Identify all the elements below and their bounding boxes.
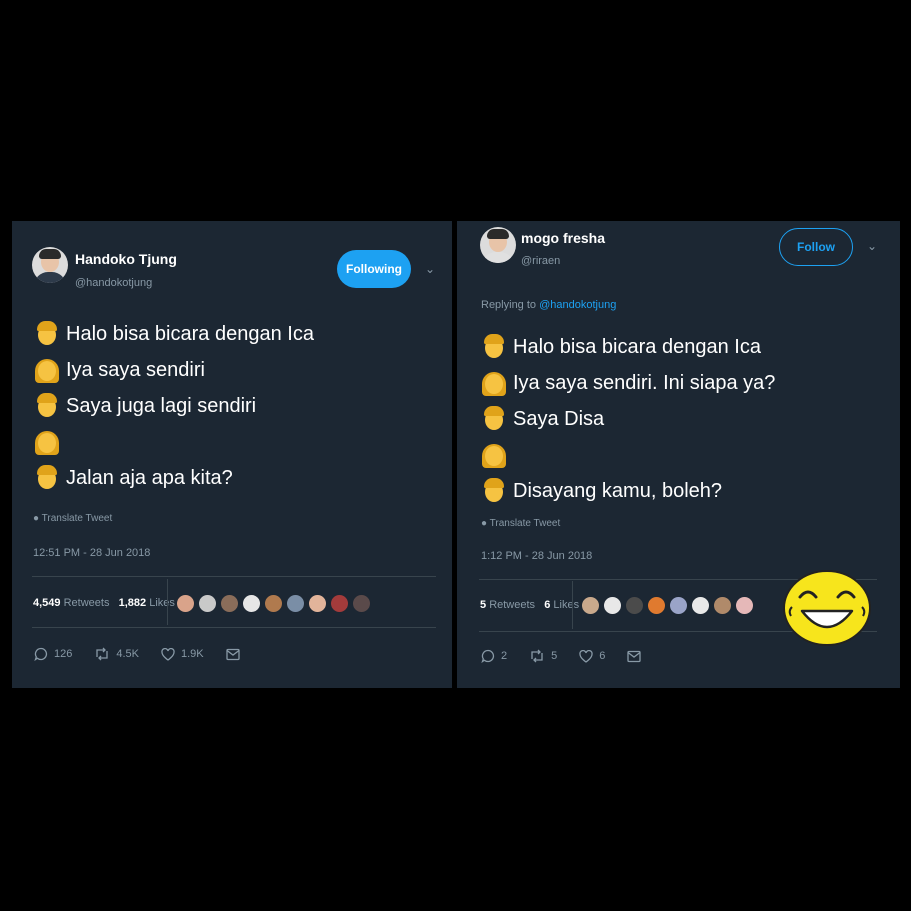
tweet-actions: 126 4.5K 1.9K [34, 647, 268, 661]
replying-to-link[interactable]: @handokotjung [539, 299, 616, 311]
reply-icon [481, 649, 495, 663]
reply-button[interactable]: 2 [481, 649, 507, 663]
tweet-line: Halo bisa bicara dengan Ica [481, 329, 775, 365]
tweet-line: Saya Disa [481, 401, 775, 437]
laughing-smiley-icon [783, 570, 871, 646]
man-emoji-icon [481, 478, 507, 504]
heart-icon [579, 649, 593, 663]
man-emoji-icon [481, 406, 507, 432]
tweet-card-handoko: Handoko Tjung @handokotjung Following ⌄ … [12, 221, 452, 688]
following-button[interactable]: Following [337, 250, 411, 288]
woman-emoji-icon [481, 370, 507, 396]
translate-tweet-link[interactable]: ● Translate Tweet [481, 518, 560, 529]
message-icon [627, 650, 642, 662]
woman-emoji-icon [34, 357, 60, 383]
tweet-line: Halo bisa bicara dengan Ica [34, 316, 314, 352]
tweet-timestamp[interactable]: 12:51 PM - 28 Jun 2018 [33, 547, 150, 559]
divider [32, 576, 436, 577]
user-handle[interactable]: @handokotjung [75, 277, 152, 289]
man-emoji-icon [34, 393, 60, 419]
tweet-line: Jalan aja apa kita? [34, 460, 314, 496]
woman-emoji-icon [481, 442, 507, 468]
tweet-line: Iya saya sendiri [34, 352, 314, 388]
man-emoji-icon [34, 465, 60, 491]
man-emoji-icon [34, 321, 60, 347]
direct-message-button[interactable] [627, 650, 647, 663]
woman-emoji-icon [34, 429, 60, 455]
divider [572, 581, 573, 629]
chevron-down-icon[interactable]: ⌄ [425, 262, 435, 276]
reply-button[interactable]: 126 [34, 647, 72, 661]
divider [167, 579, 168, 625]
reply-icon [34, 647, 48, 661]
engagement-stats[interactable]: 5 Retweets 6 Likes [480, 599, 579, 611]
tweet-line [481, 437, 775, 473]
retweet-button[interactable]: 4.5K [94, 647, 139, 661]
translate-tweet-link[interactable]: ● Translate Tweet [33, 513, 112, 524]
replying-to: Replying to @handokotjung [481, 299, 617, 311]
heart-icon [161, 647, 175, 661]
tweet-line: Saya juga lagi sendiri [34, 388, 314, 424]
follow-button[interactable]: Follow [779, 228, 853, 266]
tweet-timestamp[interactable]: 1:12 PM - 28 Jun 2018 [481, 550, 592, 562]
message-icon [225, 648, 240, 660]
tweet-text: Halo bisa bicara dengan Ica Iya saya sen… [481, 329, 775, 509]
globe-icon: ● [481, 518, 490, 529]
direct-message-button[interactable] [225, 648, 246, 661]
avatar[interactable] [480, 227, 516, 263]
liker-avatars[interactable] [581, 596, 757, 615]
avatar[interactable] [32, 247, 68, 283]
retweet-icon [531, 649, 543, 663]
tweet-actions: 2 5 6 [481, 649, 669, 663]
tweet-line [34, 424, 314, 460]
display-name[interactable]: Handoko Tjung [75, 251, 177, 267]
tweet-line: Disayang kamu, boleh? [481, 473, 775, 509]
divider [32, 627, 436, 628]
retweet-icon [96, 647, 109, 661]
like-button[interactable]: 1.9K [161, 647, 204, 661]
user-handle[interactable]: @riraen [521, 255, 560, 267]
tweet-line: Iya saya sendiri. Ini siapa ya? [481, 365, 775, 401]
globe-icon: ● [33, 513, 42, 524]
tweet-text: Halo bisa bicara dengan Ica Iya saya sen… [34, 316, 314, 496]
engagement-stats[interactable]: 4,549 Retweets 1,882 Likes [33, 597, 175, 609]
liker-avatars[interactable] [176, 594, 374, 613]
chevron-down-icon[interactable]: ⌄ [867, 239, 877, 253]
like-button[interactable]: 6 [579, 649, 605, 663]
man-emoji-icon [481, 334, 507, 360]
retweet-button[interactable]: 5 [529, 649, 557, 663]
display-name[interactable]: mogo fresha [521, 230, 605, 246]
